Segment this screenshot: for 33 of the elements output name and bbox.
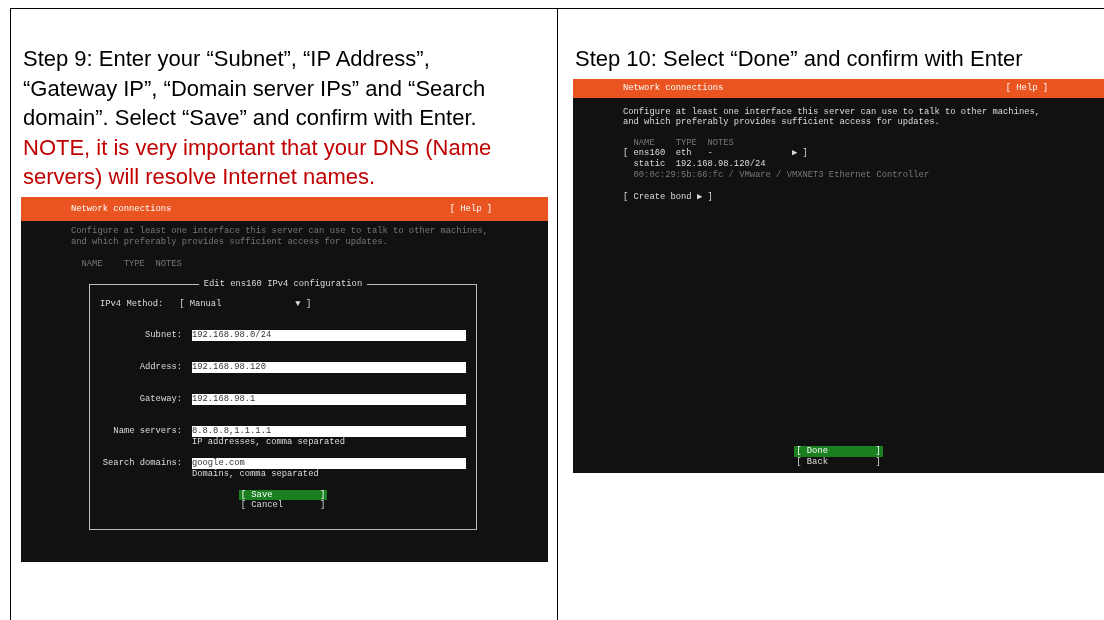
menu-button[interactable]: [ Cancel ] bbox=[238, 500, 328, 511]
field-label: Name servers: bbox=[112, 426, 183, 439]
method-dropdown[interactable]: [ Manual ▼ ] bbox=[179, 298, 312, 310]
address-line: static 192.168.98.120/24 bbox=[633, 158, 766, 170]
field-label: Gateway: bbox=[138, 394, 183, 406]
description-text: Configure at least one interface this server can use to talk to other machines, and which preferably provides sufficient access for updates. bbox=[623, 106, 1041, 128]
input-field[interactable]: 192.168.98.0/24 bbox=[192, 330, 466, 342]
step-instruction: Step 9: Enter your “Subnet”, “IP Address”, “Gateway IP”, “Domain server IPs” and “Search domain”. Select “Save” and confirm with Enter. NOTE, it is very important that your DNS (Name servers) will resolve Internet names. bbox=[23, 45, 493, 192]
input-field[interactable]: google.com bbox=[192, 457, 466, 469]
header-title: Network connections bbox=[623, 82, 724, 94]
field-hint: Domains, comma separated bbox=[192, 468, 319, 480]
field-label: Address: bbox=[138, 362, 183, 374]
step-instruction: Step 10: Select “Done” and confirm with Enter bbox=[575, 45, 1024, 73]
menu-button[interactable]: [ Back ] bbox=[794, 457, 883, 468]
help-link[interactable]: [ Help ] bbox=[449, 203, 492, 215]
header-title: Network connections bbox=[71, 203, 172, 215]
input-field[interactable]: 192.168.98.1 bbox=[192, 394, 466, 406]
method-label: IPv4 Method: bbox=[100, 298, 164, 310]
input-field[interactable]: 8.8.8.8,1.1.1.1 bbox=[192, 426, 466, 438]
description-text: Configure at least one interface this server can use to talk to other machines, and which preferably provides sufficient access for updates. bbox=[71, 225, 489, 248]
input-field[interactable]: 192.168.98.120 bbox=[192, 362, 466, 374]
help-link[interactable]: [ Help ] bbox=[1005, 82, 1048, 94]
create-bond-link[interactable]: [ Create bond ▶ ] bbox=[623, 192, 713, 203]
field-hint: IP addresses, comma separated bbox=[192, 437, 346, 448]
column-headings: NAME TYPE NOTES bbox=[81, 259, 182, 270]
hardware-line: 00:0c:29:5b:66:fc / VMware / VMXNET3 Ethernet Controller bbox=[633, 169, 930, 181]
column-headings: NAME TYPE NOTES bbox=[633, 137, 734, 148]
dialog-title: Edit ens160 IPv4 configuration bbox=[198, 278, 368, 290]
menu-button[interactable]: [ Done ] bbox=[794, 446, 883, 457]
field-label: Subnet: bbox=[144, 330, 183, 342]
interface-row[interactable]: [ ens160 eth - ▶ ] bbox=[623, 148, 808, 159]
field-label: Search domains: bbox=[101, 457, 183, 470]
menu-button[interactable]: [ Save ] bbox=[238, 489, 328, 501]
